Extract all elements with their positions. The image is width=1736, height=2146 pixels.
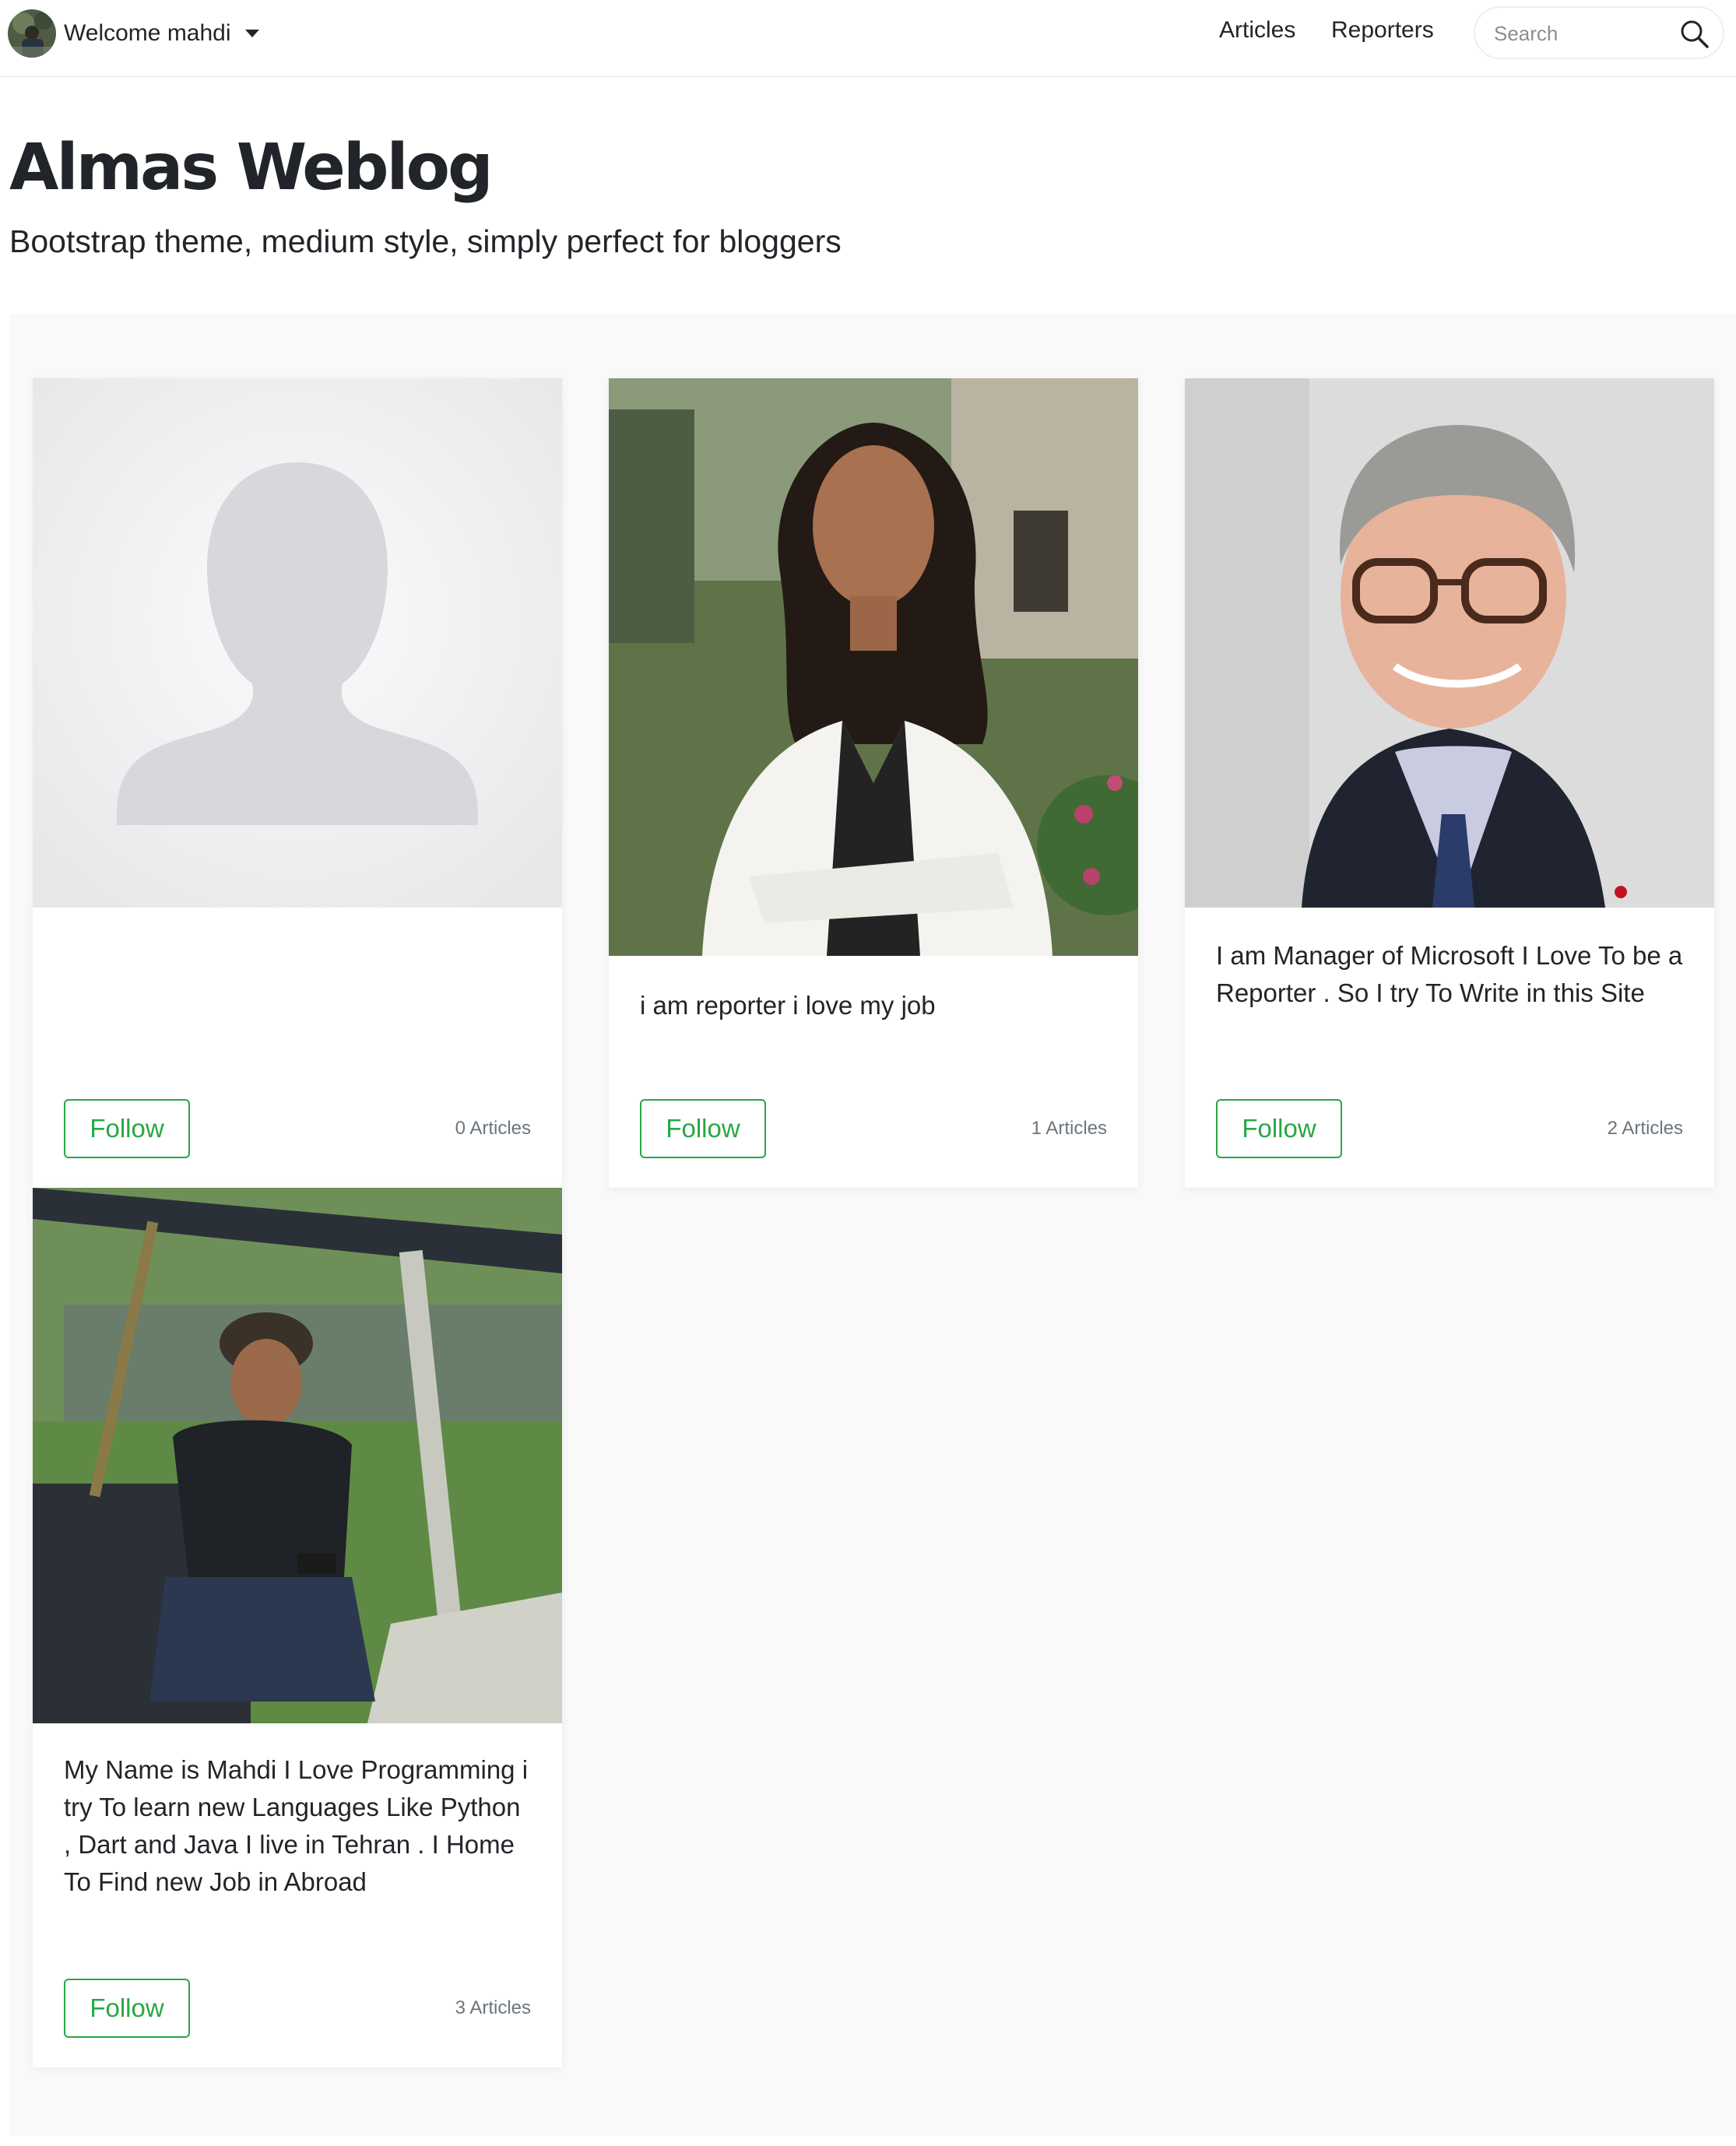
- search-input[interactable]: [1494, 17, 1665, 50]
- reporter-card: i am reporter i love my job Follow 1 Art…: [609, 378, 1138, 1188]
- caret-down-icon: [244, 30, 259, 37]
- woman-reporter-photo: [609, 378, 1138, 956]
- site-tagline: Bootstrap theme, medium style, simply pe…: [9, 223, 842, 259]
- follow-button[interactable]: Follow: [64, 1979, 190, 2038]
- site-title: Almas Weblog: [9, 131, 494, 205]
- nav-link-articles[interactable]: Articles: [1219, 17, 1295, 44]
- search-icon[interactable]: [1679, 19, 1710, 50]
- navbar: Welcome mahdi Articles Reporters: [0, 0, 1736, 77]
- reporters-grid: Follow 0 Articles i am reporter i love m…: [9, 314, 1736, 2136]
- follow-button[interactable]: Follow: [64, 1099, 190, 1158]
- avatar: [8, 9, 56, 58]
- search-box: [1474, 6, 1724, 59]
- reporter-bio: I am Manager of Microsoft I Love To be a…: [1216, 941, 1683, 1007]
- reporter-bio: i am reporter i love my job: [640, 991, 936, 1020]
- follow-button[interactable]: Follow: [1216, 1099, 1342, 1158]
- follow-button[interactable]: Follow: [640, 1099, 766, 1158]
- reporter-card: My Name is Mahdi I Love Programming i tr…: [33, 1188, 562, 2067]
- article-count: 2 Articles: [1607, 1118, 1683, 1139]
- reporter-bio: My Name is Mahdi I Love Programming i tr…: [64, 1755, 529, 1896]
- user-menu-toggle[interactable]: Welcome mahdi: [8, 9, 259, 58]
- reporter-card: Follow 0 Articles: [33, 378, 562, 1188]
- article-count: 0 Articles: [455, 1118, 531, 1139]
- article-count: 3 Articles: [455, 1997, 531, 2018]
- nav-link-reporters[interactable]: Reporters: [1331, 17, 1434, 44]
- welcome-label: Welcome mahdi: [64, 20, 231, 46]
- man-with-glasses-photo: [1185, 378, 1714, 908]
- reporter-card: I am Manager of Microsoft I Love To be a…: [1185, 378, 1714, 1188]
- default-avatar-image: [33, 378, 562, 908]
- man-in-vehicle-photo: [33, 1188, 562, 1723]
- article-count: 1 Articles: [1031, 1118, 1107, 1139]
